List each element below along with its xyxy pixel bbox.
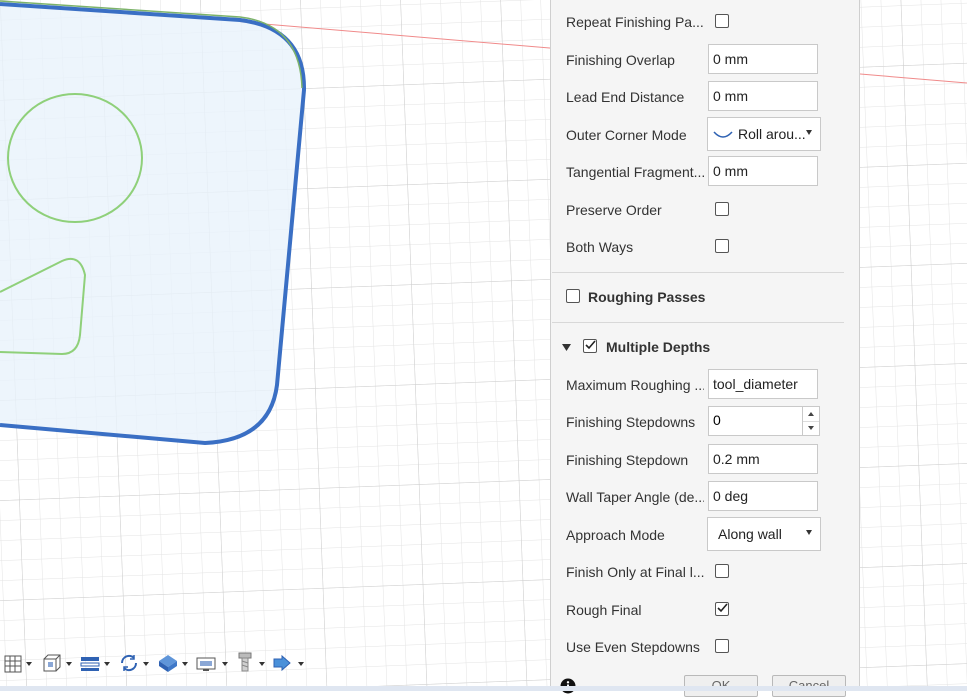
outer-corner-mode-value: Roll arou...	[738, 126, 806, 142]
repeat-finishing-pass-label: Repeat Finishing Pa...	[566, 14, 704, 30]
divider	[552, 322, 844, 323]
finish-only-at-final-checkbox[interactable]	[715, 564, 729, 578]
finish-only-at-final-label: Finish Only at Final l...	[566, 564, 704, 580]
preserve-order-row: Preserve Order	[551, 192, 851, 228]
stepper-up-button[interactable]	[802, 407, 819, 422]
finishing-overlap-input[interactable]	[708, 44, 818, 74]
finishing-overlap-label: Finishing Overlap	[566, 52, 675, 68]
outer-corner-mode-row: Outer Corner Mode Roll arou...	[551, 117, 851, 153]
lead-end-distance-label: Lead End Distance	[566, 89, 685, 105]
arrow-up-icon	[808, 412, 814, 416]
divider	[552, 272, 844, 273]
both-ways-label: Both Ways	[566, 239, 634, 255]
display-settings-button[interactable]	[196, 652, 228, 674]
lead-end-distance-row: Lead End Distance	[551, 79, 851, 115]
use-even-stepdowns-row: Use Even Stepdowns	[551, 629, 851, 665]
view-cube-button[interactable]	[42, 652, 72, 674]
use-even-stepdowns-checkbox[interactable]	[715, 639, 729, 653]
tangential-fragment-label: Tangential Fragment...	[566, 164, 704, 180]
finishing-overlap-row: Finishing Overlap	[551, 42, 851, 78]
chevron-down-icon	[806, 530, 812, 535]
preserve-order-checkbox[interactable]	[715, 202, 729, 216]
preserve-order-label: Preserve Order	[566, 202, 662, 218]
display-grid-button[interactable]	[4, 652, 34, 674]
lead-end-distance-input[interactable]	[708, 81, 818, 111]
maximum-roughing-label: Maximum Roughing ...	[566, 377, 704, 393]
rough-final-checkbox[interactable]	[715, 602, 729, 616]
orbit-button[interactable]	[118, 652, 150, 674]
rough-final-label: Rough Final	[566, 602, 642, 618]
display-settings-icon	[196, 657, 216, 671]
outer-corner-mode-label: Outer Corner Mode	[566, 127, 687, 143]
both-ways-row: Both Ways	[551, 229, 851, 265]
multiple-depths-checkbox[interactable]	[583, 339, 597, 353]
finishing-stepdowns-label: Finishing Stepdowns	[566, 414, 696, 430]
visual-style-button[interactable]	[157, 652, 189, 674]
repeat-finishing-pass-checkbox[interactable]	[715, 14, 729, 28]
rough-final-row: Rough Final	[551, 592, 851, 628]
visual-style-icon	[159, 655, 177, 672]
viewport-toolbar	[0, 648, 310, 676]
wall-taper-angle-label: Wall Taper Angle (de...	[566, 489, 704, 505]
stepper-down-button[interactable]	[802, 421, 819, 435]
expand-triangle-icon[interactable]	[561, 343, 573, 353]
chevron-down-icon	[806, 130, 812, 135]
part-face[interactable]	[0, 5, 305, 443]
roughing-passes-section-header[interactable]: Roughing Passes	[551, 280, 851, 314]
finish-only-at-final-row: Finish Only at Final l...	[551, 554, 851, 590]
layers-icon	[80, 657, 100, 671]
toolpath-settings-panel: Repeat Finishing Pa... Finishing Overlap…	[550, 0, 860, 686]
both-ways-checkbox[interactable]	[715, 239, 729, 253]
tool-icon	[238, 652, 252, 672]
finishing-stepdown-row: Finishing Stepdown	[551, 442, 851, 478]
finishing-stepdown-label: Finishing Stepdown	[566, 452, 689, 468]
checkmark-icon	[717, 603, 728, 613]
orbit-icon	[120, 654, 138, 672]
roughing-passes-checkbox[interactable]	[566, 289, 580, 303]
roughing-passes-title: Roughing Passes	[588, 289, 706, 305]
approach-mode-value: Along wall	[718, 526, 782, 542]
tangential-fragment-row: Tangential Fragment...	[551, 154, 851, 190]
status-bar	[0, 686, 967, 691]
multiple-depths-section-header[interactable]: Multiple Depths	[551, 330, 851, 364]
checkmark-icon	[585, 340, 596, 350]
approach-mode-label: Approach Mode	[566, 527, 665, 543]
repeat-finishing-pass-row: Repeat Finishing Pa...	[551, 4, 851, 40]
finishing-stepdown-input[interactable]	[708, 444, 818, 474]
approach-mode-dropdown[interactable]: Along wall	[707, 517, 821, 551]
layers-button[interactable]	[80, 652, 112, 674]
arc-icon	[713, 131, 733, 138]
finishing-stepdowns-input[interactable]	[709, 407, 797, 433]
use-even-stepdowns-label: Use Even Stepdowns	[566, 639, 700, 655]
wall-taper-angle-row: Wall Taper Angle (de...	[551, 479, 851, 515]
tool-button[interactable]	[236, 652, 266, 674]
display-grid-icon	[4, 655, 22, 673]
simulation-icon	[273, 654, 291, 672]
approach-mode-row: Approach Mode Along wall	[551, 517, 851, 553]
maximum-roughing-row: Maximum Roughing ...	[551, 367, 851, 403]
simulation-button[interactable]	[272, 652, 306, 674]
maximum-roughing-input[interactable]	[708, 369, 818, 399]
multiple-depths-title: Multiple Depths	[606, 339, 711, 355]
finishing-stepdowns-row: Finishing Stepdowns	[551, 404, 851, 440]
view-cube-icon	[43, 654, 61, 672]
wall-taper-angle-input[interactable]	[708, 481, 818, 511]
outer-corner-mode-dropdown[interactable]: Roll arou...	[707, 117, 821, 151]
tangential-fragment-input[interactable]	[708, 156, 818, 186]
arrow-down-icon	[808, 426, 814, 430]
finishing-stepdowns-stepper[interactable]	[708, 406, 820, 436]
